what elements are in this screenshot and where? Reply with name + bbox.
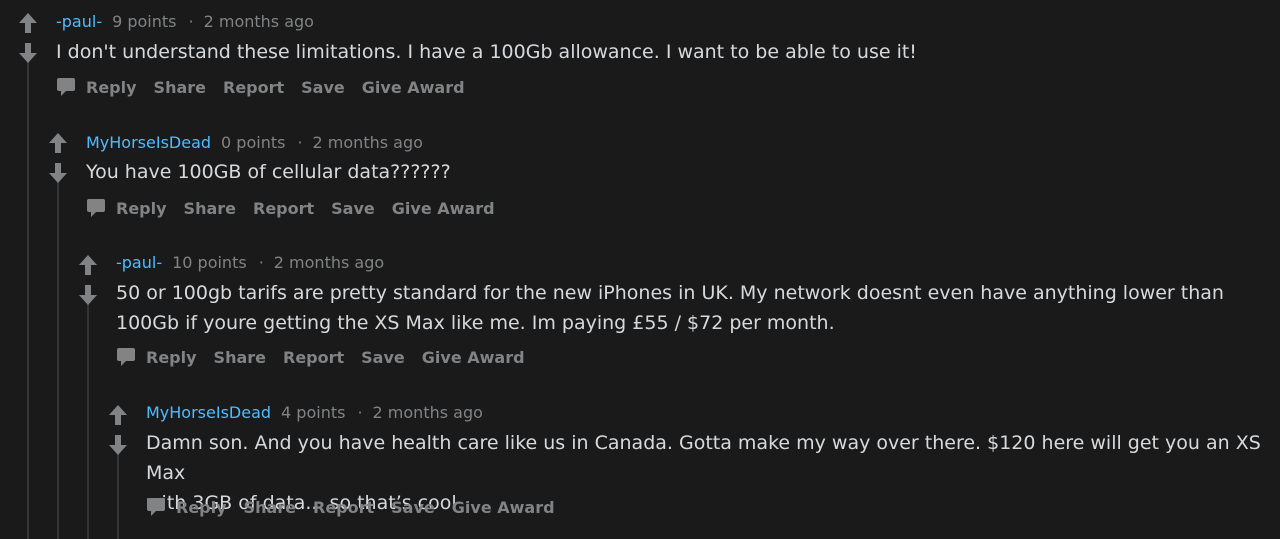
comment-meta: MyHorseIsDead 0 points · 2 months ago (86, 133, 423, 153)
separator: · (297, 133, 303, 152)
arrow-up-icon[interactable] (19, 13, 37, 33)
separator: · (357, 403, 363, 422)
give-award-button[interactable]: Give Award (362, 78, 465, 97)
arrow-down-icon[interactable] (79, 285, 97, 305)
comment-thread: -paul- 9 points · 2 months ago I don't unde… (0, 0, 1280, 539)
save-button[interactable]: Save (331, 199, 375, 218)
speech-bubble-icon[interactable] (146, 497, 166, 517)
comment-body: You have 100GB of cellular data?????? (86, 161, 451, 183)
report-button[interactable]: Report (283, 348, 344, 367)
comment-body-line: 100Gb if youre getting the XS Max like m… (116, 312, 835, 334)
give-award-button[interactable]: Give Award (392, 199, 495, 218)
comment-actions: Reply Share Report Save Give Award (56, 76, 482, 98)
thread-line[interactable] (117, 452, 119, 539)
share-button[interactable]: Share (154, 78, 206, 97)
arrow-down-icon[interactable] (49, 163, 67, 183)
save-button[interactable]: Save (301, 78, 345, 97)
comment-meta: -paul- 10 points · 2 months ago (116, 253, 384, 273)
username[interactable]: MyHorseIsDead (146, 403, 271, 422)
thread-line[interactable] (27, 62, 29, 539)
score: 10 points (172, 253, 247, 272)
comment-body-line: 50 or 100gb tarifs are pretty standard f… (116, 282, 1224, 304)
speech-bubble-icon[interactable] (86, 198, 106, 218)
save-button[interactable]: Save (361, 348, 405, 367)
speech-bubble-icon[interactable] (56, 77, 76, 97)
score: 4 points (281, 403, 346, 422)
username[interactable]: -paul- (116, 253, 162, 272)
arrow-down-icon[interactable] (109, 435, 127, 455)
report-button[interactable]: Report (253, 199, 314, 218)
report-button[interactable]: Report (313, 498, 374, 517)
timestamp[interactable]: 2 months ago (373, 403, 483, 422)
reply-button[interactable]: Reply (176, 498, 227, 517)
comment-actions: Reply Share Report Save Give Award (86, 197, 512, 219)
reply-button[interactable]: Reply (86, 78, 137, 97)
comment-body: 50 or 100gb tarifs are pretty standard f… (116, 278, 1224, 338)
share-button[interactable]: Share (244, 498, 296, 517)
share-button[interactable]: Share (214, 348, 266, 367)
username[interactable]: MyHorseIsDead (86, 133, 211, 152)
speech-bubble-icon[interactable] (116, 347, 136, 367)
username[interactable]: -paul- (56, 12, 102, 31)
give-award-button[interactable]: Give Award (422, 348, 525, 367)
timestamp[interactable]: 2 months ago (204, 12, 314, 31)
score: 0 points (221, 133, 286, 152)
arrow-up-icon[interactable] (79, 255, 97, 275)
arrow-up-icon[interactable] (109, 405, 127, 425)
separator: · (258, 253, 264, 272)
score: 9 points (112, 12, 177, 31)
comment-meta: -paul- 9 points · 2 months ago (56, 12, 314, 32)
share-button[interactable]: Share (184, 199, 236, 218)
separator: · (188, 12, 194, 31)
arrow-up-icon[interactable] (49, 133, 67, 153)
comment-body-line: Damn son. And you have health care like … (146, 432, 1261, 484)
reply-button[interactable]: Reply (116, 199, 167, 218)
timestamp[interactable]: 2 months ago (313, 133, 423, 152)
comment-actions: Reply Share Report Save Give Award (116, 346, 542, 368)
save-button[interactable]: Save (391, 498, 435, 517)
comment-body: I don't understand these limitations. I … (56, 41, 917, 63)
comment-actions: Reply Share Report Save Give Award (146, 496, 572, 518)
arrow-down-icon[interactable] (19, 43, 37, 63)
give-award-button[interactable]: Give Award (452, 498, 555, 517)
timestamp[interactable]: 2 months ago (274, 253, 384, 272)
comment-meta: MyHorseIsDead 4 points · 2 months ago (146, 403, 483, 423)
thread-line[interactable] (87, 302, 89, 539)
reply-button[interactable]: Reply (146, 348, 197, 367)
thread-line[interactable] (57, 182, 59, 539)
report-button[interactable]: Report (223, 78, 284, 97)
